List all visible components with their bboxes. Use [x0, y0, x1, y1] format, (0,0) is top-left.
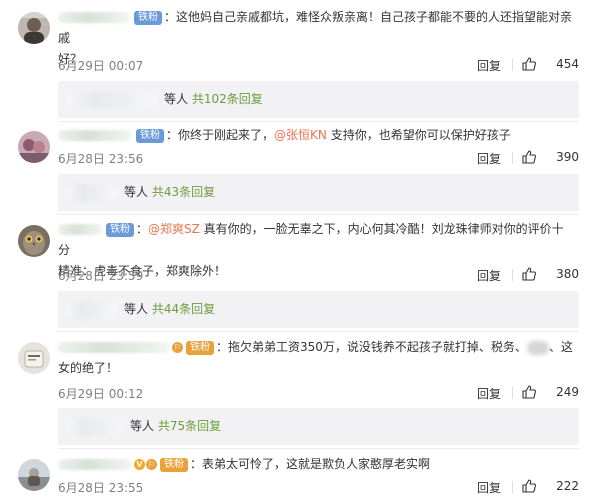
comment-text: V ⚐ 铁粉 ：表弟太可怜了，这就是欺负人家憨厚老实啊 — [58, 454, 573, 475]
redacted-blur — [526, 340, 549, 355]
like-count: 380 — [556, 267, 579, 281]
avatar[interactable] — [18, 12, 50, 44]
thumbs-up-icon — [522, 479, 536, 493]
replies-box[interactable]: 等人 共44条回复 — [58, 291, 579, 328]
like-count: 454 — [556, 57, 579, 71]
replier-avatars — [66, 90, 158, 109]
divider — [512, 152, 513, 164]
reply-button[interactable]: 回复 — [477, 479, 501, 496]
view-replies-link[interactable]: 共43条回复 — [152, 185, 215, 199]
fan-badge[interactable]: 铁粉 — [160, 457, 188, 472]
divider — [58, 121, 579, 122]
timestamp: 6月29日 00:07 — [58, 59, 144, 73]
like-count: 222 — [556, 479, 579, 493]
timestamp: 6月28日 23:55 — [58, 481, 144, 495]
like-button[interactable]: 249 — [519, 385, 579, 399]
comment-meta: 6月28日 23:55 回复 222 — [58, 479, 579, 495]
fan-badge[interactable]: 铁粉 — [186, 340, 214, 355]
like-button[interactable]: 380 — [519, 267, 579, 281]
fan-badge[interactable]: 铁粉 — [106, 222, 134, 237]
view-replies-link[interactable]: 共44条回复 — [152, 302, 215, 316]
divider — [512, 269, 513, 281]
fan-badge[interactable]: 铁粉 — [136, 128, 164, 143]
divider — [58, 448, 579, 449]
replies-box[interactable]: 等人 共75条回复 — [58, 408, 579, 445]
verified-icon: V — [134, 459, 145, 470]
replier-avatars — [66, 417, 124, 436]
reply-button[interactable]: 回复 — [477, 150, 501, 167]
avatar[interactable] — [18, 131, 50, 163]
divider — [58, 331, 579, 332]
timestamp: 6月29日 00:12 — [58, 387, 144, 401]
timestamp: 6月28日 23:56 — [58, 152, 144, 166]
avatar[interactable] — [18, 225, 50, 257]
username[interactable] — [58, 12, 130, 23]
fan-badge[interactable]: 铁粉 — [134, 10, 162, 25]
divider — [512, 59, 513, 71]
thumbs-up-icon — [522, 385, 536, 399]
username[interactable] — [58, 459, 132, 470]
reply-button[interactable]: 回复 — [477, 267, 501, 284]
comment-meta: 6月28日 23:59 回复 380 — [58, 267, 579, 283]
timestamp: 6月28日 23:59 — [58, 269, 144, 283]
like-button[interactable]: 222 — [519, 479, 579, 493]
divider — [512, 387, 513, 399]
replier-avatars — [66, 183, 118, 202]
like-count: 390 — [556, 150, 579, 164]
comment-meta: 6月28日 23:56 回复 390 — [58, 150, 579, 166]
view-replies-link[interactable]: 共102条回复 — [192, 92, 263, 106]
reply-button[interactable]: 回复 — [477, 385, 501, 402]
username[interactable] — [58, 224, 102, 235]
avatar[interactable] — [18, 342, 50, 374]
username[interactable] — [58, 342, 170, 353]
medal-icon: ⚐ — [146, 459, 157, 470]
avatar[interactable] — [18, 459, 50, 491]
verified-icon: ⚐ — [172, 342, 183, 353]
mention-link[interactable]: @张恒KN — [274, 128, 327, 142]
like-count: 249 — [556, 385, 579, 399]
divider — [58, 214, 579, 215]
view-replies-link[interactable]: 共75条回复 — [158, 419, 221, 433]
like-button[interactable]: 390 — [519, 150, 579, 164]
comment-text: ⚐ 铁粉 ：拖欠弟弟工资350万，说没钱养不起孩子就打掉、税务、 、这 女的绝了！ — [58, 340, 573, 375]
like-button[interactable]: 454 — [519, 57, 579, 71]
reply-button[interactable]: 回复 — [477, 57, 501, 74]
thumbs-up-icon — [522, 150, 536, 164]
thumbs-up-icon — [522, 267, 536, 281]
comment-text: 铁粉 ：你终于刚起来了，@张恒KN 支持你，也希望你可以保护好孩子 — [58, 125, 573, 146]
mention-link[interactable]: @郑爽SZ — [148, 222, 200, 236]
replies-box[interactable]: 等人 共102条回复 — [58, 81, 579, 118]
divider — [512, 481, 513, 493]
username[interactable] — [58, 130, 132, 141]
comment-meta: 6月29日 00:12 回复 249 — [58, 385, 579, 401]
replies-box[interactable]: 等人 共43条回复 — [58, 174, 579, 211]
thumbs-up-icon — [522, 57, 536, 71]
comment-meta: 6月29日 00:07 回复 454 — [58, 57, 579, 73]
replier-avatars — [66, 300, 118, 319]
